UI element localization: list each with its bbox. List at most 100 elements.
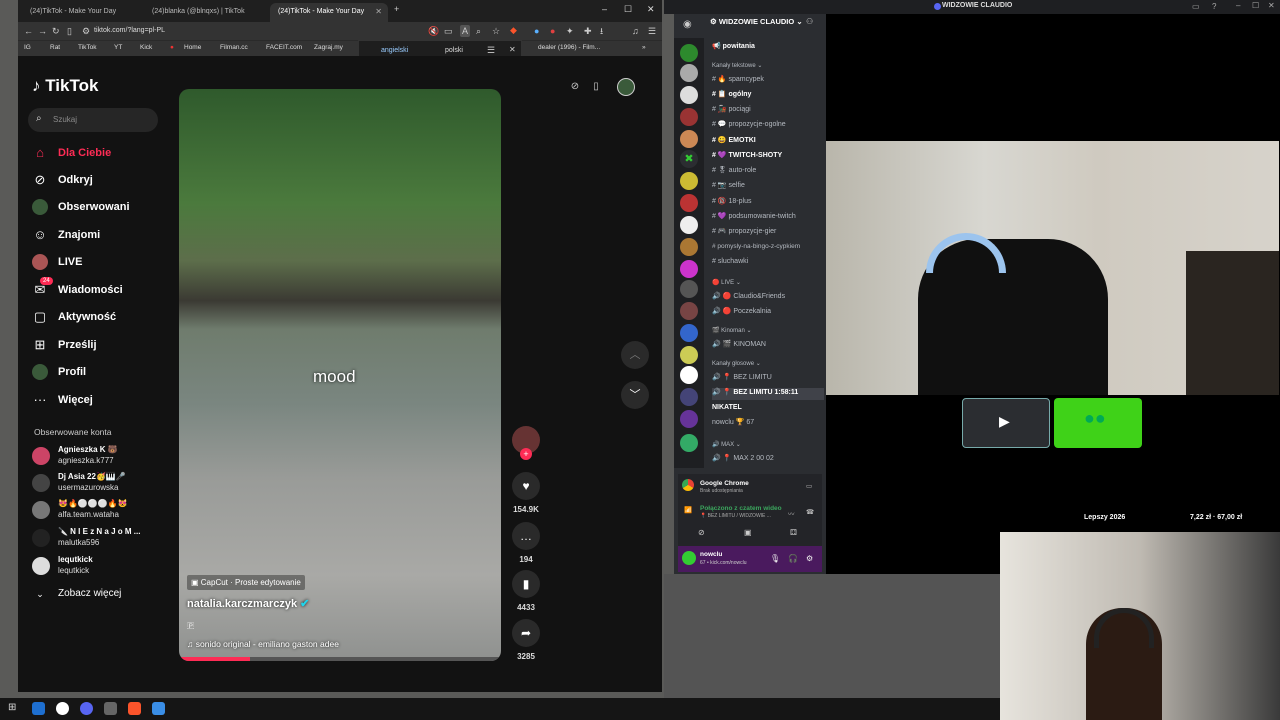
channel-category[interactable]: Kanały tekstowe ⌄	[712, 62, 824, 74]
server-icon[interactable]	[680, 44, 698, 62]
download-icon[interactable]: ⭳	[600, 25, 603, 37]
maximize-button[interactable]: ☐	[624, 4, 632, 15]
bookmark-button[interactable]: ▮ 4433	[510, 570, 542, 612]
server-icon[interactable]	[680, 410, 698, 428]
creator-avatar[interactable]: +	[510, 426, 542, 460]
video-sound[interactable]: ♫ sonido original - emiliano gaston adee	[187, 639, 339, 649]
close-icon[interactable]: ✕	[1268, 1, 1275, 10]
translate-menu-icon[interactable]: ☰	[487, 45, 495, 56]
extension-icon[interactable]: ●	[534, 25, 539, 37]
followed-account[interactable]: Dj Asia 22🥳🎹🎤 usermazurowska	[32, 472, 182, 494]
reload-icon[interactable]: ↻	[52, 25, 60, 37]
follow-plus-icon[interactable]: +	[520, 448, 532, 460]
camera-off-tile[interactable]: ▶	[962, 398, 1050, 448]
translate-tab-polish[interactable]: polski	[445, 47, 463, 54]
bookmark-film[interactable]: dealer (1996) - Film...	[538, 44, 600, 51]
new-tab-button[interactable]: +	[394, 4, 399, 14]
followed-account[interactable]: lequtkick lequtkick	[32, 555, 182, 577]
search-input[interactable]: ⌕ Szukaj	[28, 108, 158, 132]
cast-icon[interactable]: ▭	[444, 25, 453, 37]
mute-icon[interactable]: 🔇	[428, 25, 439, 37]
server-icon[interactable]	[680, 302, 698, 320]
user-avatar[interactable]	[617, 78, 635, 96]
server-icon[interactable]	[680, 388, 698, 406]
video-player[interactable]: mood ▣ CapCut · Proste edytowanie natali…	[179, 89, 501, 661]
channel-item[interactable]: # 😀 EMOTKI	[712, 136, 824, 148]
channel-item[interactable]: # 📋 ogólny	[712, 90, 824, 102]
channel-item[interactable]: # 💜 TWITCH-SHOTY	[712, 151, 824, 163]
headphones-icon[interactable]: 🎧	[788, 554, 798, 563]
bookmark-faceit[interactable]: FACEIT.com	[266, 44, 302, 51]
site-info-icon[interactable]: ⚙	[82, 25, 90, 37]
voice-channel[interactable]: 🔊 🎬 KINOMAN	[712, 340, 824, 352]
extensions-puzzle-icon[interactable]: ✚	[584, 25, 592, 37]
help-icon[interactable]: ?	[1212, 2, 1216, 11]
nav-item-live[interactable]: LIVE	[32, 253, 172, 273]
translate-icon[interactable]: A	[460, 25, 471, 37]
server-name[interactable]: ⚙ WIDZOWIE CLAUDIO ⌄	[710, 17, 803, 26]
previous-video-button[interactable]: ︿	[621, 341, 649, 369]
tiktok-logo[interactable]: ♪ TikTok	[32, 76, 98, 96]
close-button[interactable]: ✕	[647, 4, 655, 15]
microphone-icon[interactable]: 🎙	[770, 554, 780, 563]
channel-item[interactable]: # sluchawki	[712, 258, 824, 270]
menu-icon[interactable]: ☰	[648, 25, 656, 37]
media-icon[interactable]: ♫	[632, 25, 639, 37]
nav-item-upload[interactable]: ⊞ Prześlij	[32, 336, 172, 356]
close-tab-icon[interactable]: ✕	[375, 7, 382, 16]
channel-item[interactable]: # 💜 podsumowanie-twitch	[712, 212, 824, 224]
forward-icon[interactable]: →	[38, 25, 47, 37]
more-bookmarks-icon[interactable]: »	[642, 44, 646, 51]
user-avatar[interactable]	[682, 551, 696, 565]
pepe-avatar-tile[interactable]: ●●	[1054, 398, 1142, 448]
nav-item-following[interactable]: Obserwowani	[32, 198, 172, 218]
ipad-icon[interactable]: ⊘	[566, 78, 584, 96]
start-icon[interactable]: ⊞	[8, 702, 21, 715]
channel-category[interactable]: Kanały głosowe ⌄	[712, 360, 824, 372]
chrome-taskbar-icon[interactable]	[56, 702, 69, 715]
minimize-button[interactable]: –	[602, 4, 607, 14]
browser-tab[interactable]: (24)blanka (@blnqxs) | TikTok	[144, 3, 268, 22]
channel-item[interactable]: # 💬 propozycje-ogolne	[712, 120, 824, 132]
x-server-icon[interactable]: ✖	[680, 150, 698, 168]
activities-icon[interactable]: ⚃	[790, 528, 797, 537]
minimize-icon[interactable]: –	[1236, 1, 1240, 10]
settings-gear-icon[interactable]: ⚙	[806, 554, 813, 563]
back-icon[interactable]: ←	[24, 25, 33, 37]
channel-item[interactable]: # pomysly-na-bingo-z-cypkiem	[712, 243, 824, 255]
taskbar-app-icon[interactable]	[152, 702, 165, 715]
server-icon[interactable]	[680, 238, 698, 256]
stream-toggle-icon[interactable]: ▭	[806, 482, 812, 490]
channel-item[interactable]: 📢 powitania	[712, 42, 824, 54]
bookmark-home[interactable]: Home	[184, 44, 201, 51]
discord-taskbar-icon[interactable]	[80, 702, 93, 715]
bookmark-yt[interactable]: YT	[114, 44, 122, 51]
server-icon[interactable]	[680, 260, 698, 278]
nav-item-for-you[interactable]: ⌂ Dla Ciebie	[32, 144, 172, 164]
nav-item-more[interactable]: ··· Więcej	[32, 391, 172, 411]
share-button[interactable]: ➦ 3285	[510, 619, 542, 661]
voice-channel[interactable]: 🔊 📍 MAX 2 00 02	[712, 454, 824, 466]
channel-category[interactable]: 🔊 MAX ⌄	[712, 441, 824, 453]
url-field[interactable]: tiktok.com/?lang=pl-PL	[94, 24, 165, 38]
followed-account[interactable]: 😻🔥⚪⚪⚪🔥😻 alfa.team.wataha	[32, 499, 182, 521]
extension-icon[interactable]: ✦	[566, 25, 574, 37]
bookmark-zagraj[interactable]: Zagraj.my	[314, 44, 343, 51]
capcut-badge[interactable]: ▣ CapCut · Proste edytowanie	[187, 575, 305, 590]
server-icon[interactable]	[680, 216, 698, 234]
followed-account[interactable]: 🔪 N I E z N a J o M ... malutka596	[32, 527, 182, 549]
server-icon[interactable]	[680, 86, 698, 104]
nav-item-explore[interactable]: ⊘ Odkryj	[32, 171, 172, 191]
discord-logo-icon[interactable]: ◉	[683, 19, 692, 30]
voice-channel-active[interactable]: 🔊 📍 BEZ LIMITU 1:58:11	[712, 388, 824, 400]
channel-item[interactable]: # 🎮 propozycje-gier	[712, 227, 824, 239]
channel-item[interactable]: # 🎖 auto-role	[712, 166, 824, 178]
extension-icon[interactable]: ●	[550, 25, 555, 37]
comment-button[interactable]: … 194	[510, 522, 542, 564]
server-icon[interactable]	[680, 324, 698, 342]
server-icon[interactable]	[680, 130, 698, 148]
star-icon[interactable]: ☆	[492, 25, 500, 37]
bookmark-kick[interactable]: Kick	[140, 44, 152, 51]
server-icon[interactable]	[680, 108, 698, 126]
video-progress-bar[interactable]	[179, 657, 501, 661]
